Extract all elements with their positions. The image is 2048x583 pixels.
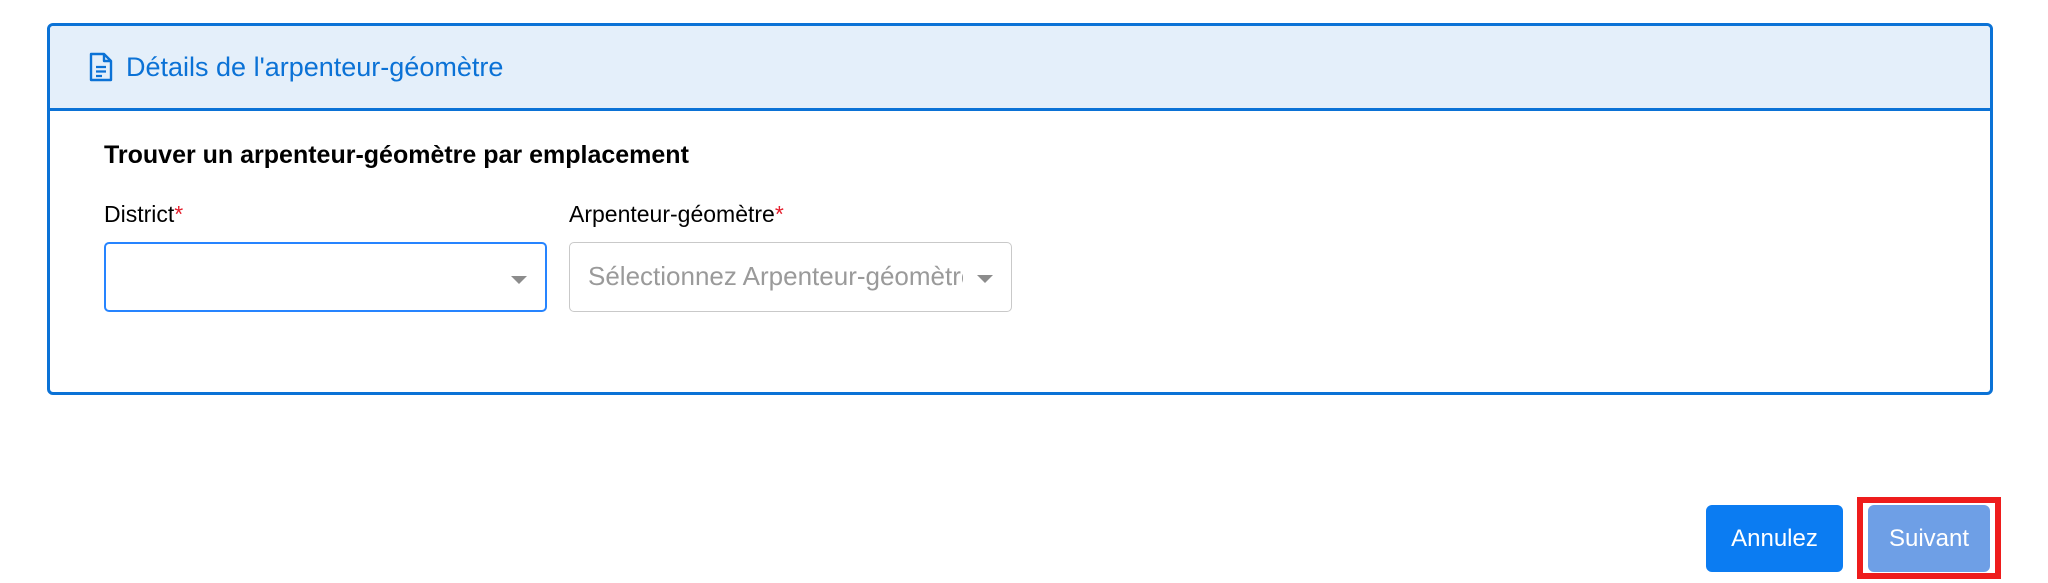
surveyor-details-card: Détails de l'arpenteur-géomètre Trouver … (47, 23, 1993, 395)
next-button[interactable]: Suivant (1868, 505, 1990, 572)
cancel-button[interactable]: Annulez (1706, 505, 1843, 572)
required-marker: * (174, 201, 184, 227)
chevron-down-icon[interactable] (977, 275, 993, 283)
surveyor-select[interactable]: Sélectionnez Arpenteur-géomètre (569, 242, 1012, 312)
chevron-down-icon[interactable] (511, 276, 527, 284)
location-fields: District* Arpenteur-géomètre* Sélectionn… (104, 200, 1990, 320)
district-label-text: District (104, 201, 175, 227)
card-body: Trouver un arpenteur-géomètre par emplac… (50, 111, 1990, 320)
card-header: Détails de l'arpenteur-géomètre (50, 26, 1990, 111)
district-label: District* (104, 200, 183, 228)
district-field: District* (104, 200, 547, 312)
district-select[interactable] (104, 242, 547, 312)
required-marker: * (774, 201, 784, 227)
surveyor-label: Arpenteur-géomètre* (569, 200, 784, 228)
section-heading: Trouver un arpenteur-géomètre par emplac… (104, 141, 689, 169)
card-title: Détails de l'arpenteur-géomètre (126, 51, 504, 82)
surveyor-field: Arpenteur-géomètre* Sélectionnez Arpente… (569, 200, 1012, 312)
surveyor-select-placeholder: Sélectionnez Arpenteur-géomètre (588, 261, 963, 291)
surveyor-label-text: Arpenteur-géomètre (569, 201, 775, 227)
document-icon (88, 52, 114, 82)
